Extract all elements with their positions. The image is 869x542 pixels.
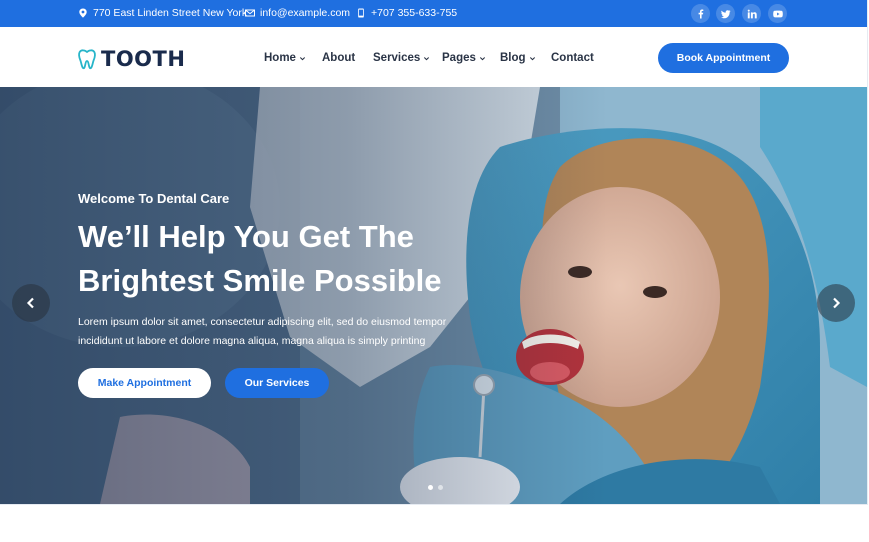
- nav-contact[interactable]: Contact: [551, 52, 594, 64]
- youtube-icon: [772, 10, 783, 17]
- address-info: 770 East Linden Street New York: [78, 7, 247, 19]
- make-appointment-button[interactable]: Make Appointment: [78, 368, 211, 398]
- nav-home[interactable]: Home: [264, 52, 306, 64]
- slider-next-button[interactable]: [817, 284, 855, 322]
- address-text: 770 East Linden Street New York: [93, 7, 248, 19]
- linkedin-link[interactable]: [742, 4, 761, 23]
- slider-pagination: [428, 485, 443, 490]
- facebook-icon: [698, 9, 703, 18]
- brand-name: TOOTH: [101, 47, 186, 71]
- slider-dot-2[interactable]: [438, 485, 443, 490]
- hero-title-line-2: Brightest Smile Possible: [78, 263, 442, 298]
- nav-pages[interactable]: Pages: [442, 52, 486, 64]
- envelope-icon: [245, 9, 255, 17]
- chevron-right-icon: [833, 297, 841, 309]
- hero-title: We’ll Help You Get The Brightest Smile P…: [78, 215, 498, 303]
- twitter-link[interactable]: [716, 4, 735, 23]
- hero-slider: Welcome To Dental Care We’ll Help You Ge…: [0, 87, 867, 504]
- email-info[interactable]: info@example.com: [245, 7, 350, 19]
- nav-blog-label: Blog: [500, 52, 526, 64]
- nav-services-label: Services: [373, 52, 421, 64]
- phone-info[interactable]: +707 355-633-755: [356, 7, 457, 19]
- slider-dot-1[interactable]: [428, 485, 433, 490]
- nav-home-label: Home: [264, 52, 296, 64]
- hero-description-line-2: incididunt ut labore et dolore magna ali…: [78, 335, 426, 347]
- phone-icon: [358, 8, 364, 18]
- hero-description-line-1: Lorem ipsum dolor sit amet, consectetur …: [78, 316, 447, 328]
- tooth-logo-icon: [78, 49, 96, 70]
- linkedin-icon: [747, 9, 757, 18]
- youtube-link[interactable]: [768, 4, 787, 23]
- phone-text: +707 355-633-755: [371, 7, 458, 19]
- top-info-bar: 770 East Linden Street New York info@exa…: [0, 0, 867, 27]
- twitter-icon: [720, 9, 730, 18]
- nav-about[interactable]: About: [322, 52, 355, 64]
- book-appointment-button[interactable]: Book Appointment: [658, 43, 789, 73]
- nav-blog[interactable]: Blog: [500, 52, 536, 64]
- page-frame: 770 East Linden Street New York info@exa…: [0, 0, 869, 542]
- chevron-down-icon: [479, 56, 485, 60]
- our-services-button[interactable]: Our Services: [225, 368, 329, 398]
- email-text: info@example.com: [260, 7, 351, 19]
- location-pin-icon: [79, 8, 87, 18]
- nav-contact-label: Contact: [551, 52, 594, 64]
- hero-title-line-1: We’ll Help You Get The: [78, 219, 414, 254]
- nav-about-label: About: [322, 52, 356, 64]
- chevron-down-icon: [529, 56, 535, 60]
- facebook-link[interactable]: [691, 4, 710, 23]
- chevron-left-icon: [26, 297, 34, 309]
- hero-subtitle: Welcome To Dental Care: [78, 191, 230, 206]
- chevron-down-icon: [424, 56, 430, 60]
- nav-services[interactable]: Services: [373, 52, 430, 64]
- chevron-down-icon: [299, 56, 306, 60]
- nav-pages-label: Pages: [442, 52, 476, 64]
- hero-description: Lorem ipsum dolor sit amet, consectetur …: [78, 313, 468, 351]
- site-logo[interactable]: TOOTH: [77, 47, 185, 71]
- slider-prev-button[interactable]: [12, 284, 50, 322]
- main-navbar: TOOTH Home About Services Pages Blog Con…: [0, 27, 867, 87]
